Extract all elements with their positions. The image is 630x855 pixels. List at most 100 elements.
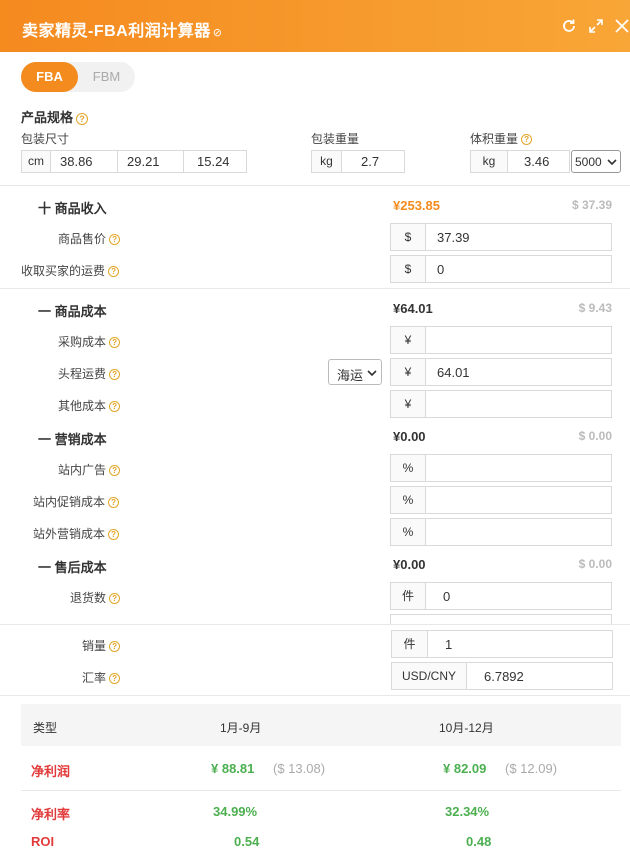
- after-sale-cny: ¥0.00: [393, 557, 426, 572]
- col-q1: 1月-9月: [220, 721, 262, 735]
- income-cny: ¥253.85: [393, 198, 440, 213]
- help-icon[interactable]: ?: [76, 112, 89, 125]
- weight-input-group: kg 2.7: [311, 150, 405, 173]
- purchase-label: 采购成本?: [58, 333, 121, 350]
- weight-label: 包装重量: [311, 132, 360, 146]
- marketing-cny: ¥0.00: [393, 429, 426, 444]
- height-input[interactable]: 15.24: [184, 151, 246, 172]
- divider: [0, 185, 630, 186]
- mode-tabs: FBA FBM: [21, 62, 135, 92]
- purchase-input-group: ¥: [390, 326, 612, 354]
- freight-input[interactable]: 64.01: [437, 365, 470, 380]
- shipping-input[interactable]: 0: [437, 262, 444, 277]
- returns-unit: 件: [391, 583, 426, 609]
- link-icon[interactable]: ⊘: [213, 27, 223, 39]
- returns-input-group: 件 0: [390, 582, 612, 610]
- size-input-group: cm 38.86 29.21 15.24: [21, 150, 247, 173]
- qty-input[interactable]: 1: [445, 637, 452, 652]
- freight-mode-select[interactable]: 海运: [328, 359, 382, 385]
- returns-input[interactable]: 0: [443, 589, 450, 604]
- margin-label: 净利率: [31, 807, 71, 822]
- marketing-usd: $ 0.00: [578, 429, 612, 443]
- weight-input[interactable]: 2.7: [361, 154, 379, 169]
- help-icon[interactable]: ?: [108, 497, 120, 509]
- volume-value: 3.46: [524, 154, 550, 169]
- title-bar: 卖家精灵-FBA利润计算器 ⊘: [0, 0, 630, 52]
- price-label-text: 商品售价: [58, 232, 107, 246]
- external-unit: %: [391, 519, 426, 545]
- promo-input-group: %: [390, 486, 612, 514]
- roi-q2: 0.48: [466, 834, 492, 849]
- results-header: 类型 1月-9月 10月-12月: [21, 704, 621, 746]
- margin-q2: 32.34%: [445, 804, 490, 819]
- other-cost-unit: ¥: [391, 391, 426, 417]
- help-icon[interactable]: ?: [109, 465, 121, 477]
- purchase-unit: ¥: [391, 327, 426, 353]
- help-icon[interactable]: ?: [109, 337, 121, 349]
- volume-label: 体积重量?: [470, 130, 533, 147]
- length-input[interactable]: 38.86: [51, 151, 118, 172]
- external-label: 站外营销成本?: [33, 525, 120, 542]
- freight-unit: ¥: [391, 359, 426, 385]
- product-cost-usd: $ 9.43: [578, 301, 612, 315]
- expand-icon[interactable]: [588, 18, 604, 34]
- other-cost-input-group: ¥: [390, 390, 612, 418]
- refresh-icon[interactable]: [561, 18, 577, 34]
- help-icon[interactable]: ?: [521, 134, 533, 146]
- freight-label-text: 头程运费: [58, 367, 107, 381]
- ads-input-group: %: [390, 454, 612, 482]
- qty-input-group: 件 1: [391, 630, 613, 658]
- divider: [0, 288, 630, 289]
- profit-q2-cny: ¥ 82.09: [443, 761, 487, 776]
- size-unit: cm: [22, 151, 51, 172]
- volume-label-text: 体积重量: [470, 132, 519, 146]
- app-title: 卖家精灵-FBA利润计算器 ⊘: [22, 17, 222, 41]
- income-usd: $ 37.39: [571, 198, 612, 212]
- promo-label: 站内促销成本?: [33, 493, 120, 510]
- help-icon[interactable]: ?: [108, 266, 120, 278]
- price-input-group: $ 37.39: [390, 223, 612, 251]
- rate-input[interactable]: 6.7892: [484, 669, 524, 684]
- help-icon[interactable]: ?: [109, 369, 121, 381]
- price-input[interactable]: 37.39: [437, 230, 470, 245]
- profit-q1-usd: ($ 13.08): [273, 761, 326, 776]
- volume-unit: kg: [471, 151, 508, 172]
- product-cost-cny: ¥64.01: [393, 301, 433, 316]
- product-cost-title: 一 商品成本: [38, 304, 107, 319]
- help-icon[interactable]: ?: [109, 401, 121, 413]
- promo-label-text: 站内促销成本: [33, 495, 106, 509]
- qty-label: 销量?: [82, 637, 121, 654]
- help-icon[interactable]: ?: [108, 529, 120, 541]
- shipping-input-group: $ 0: [390, 255, 612, 283]
- after-sale-usd: $ 0.00: [578, 557, 612, 571]
- tab-fbm[interactable]: FBM: [78, 62, 135, 92]
- profit-q2-usd: ($ 12.09): [505, 761, 558, 776]
- help-icon[interactable]: ?: [109, 673, 121, 685]
- divider: [21, 790, 621, 791]
- price-unit: $: [391, 224, 426, 250]
- width-input[interactable]: 29.21: [118, 151, 184, 172]
- qty-label-text: 销量: [82, 639, 107, 653]
- price-label: 商品售价?: [58, 230, 121, 247]
- size-label: 包装尺寸: [21, 132, 70, 146]
- freight-label: 头程运费?: [58, 365, 121, 382]
- returns-label-text: 退货数: [70, 591, 107, 605]
- rate-input-group: USD/CNY 6.7892: [391, 662, 613, 690]
- marketing-title: 一 营销成本: [38, 432, 107, 447]
- divisor-value: 5000: [575, 155, 602, 169]
- next-input-partial: [390, 614, 612, 624]
- close-icon[interactable]: [614, 18, 630, 34]
- weight-unit: kg: [312, 151, 342, 172]
- margin-q1: 34.99%: [213, 804, 258, 819]
- divisor-select[interactable]: 5000: [571, 150, 621, 173]
- after-sale-title: 一 售后成本: [38, 560, 107, 575]
- help-icon[interactable]: ?: [109, 641, 121, 653]
- external-label-text: 站外营销成本: [33, 527, 106, 541]
- app-title-text: 卖家精灵-FBA利润计算器: [22, 23, 211, 40]
- roi-q1: 0.54: [234, 834, 260, 849]
- help-icon[interactable]: ?: [109, 593, 121, 605]
- chevron-down-icon: [607, 159, 617, 166]
- tab-fba[interactable]: FBA: [21, 62, 78, 92]
- help-icon[interactable]: ?: [109, 234, 121, 246]
- external-input-group: %: [390, 518, 612, 546]
